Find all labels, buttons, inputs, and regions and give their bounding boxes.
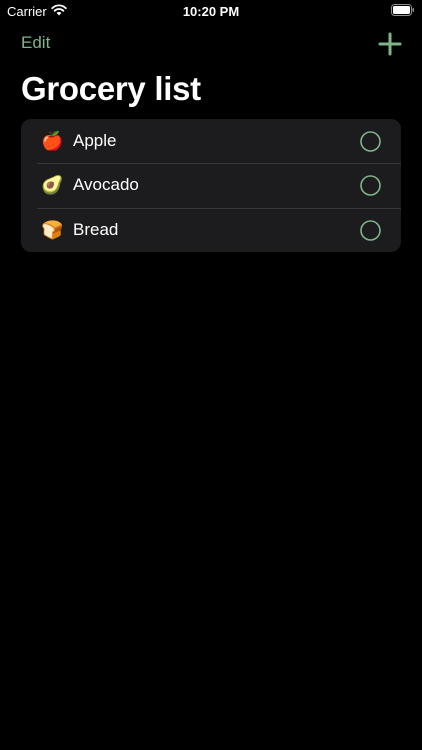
list-item[interactable]: 🍞 Bread: [21, 207, 401, 252]
plus-icon[interactable]: [378, 32, 402, 56]
page-title: Grocery list: [21, 70, 201, 107]
item-label: Avocado: [73, 175, 139, 195]
list-item[interactable]: 🍎 Apple: [21, 119, 401, 163]
checkbox-circle-icon[interactable]: [360, 175, 381, 197]
item-label: Bread: [73, 219, 119, 239]
apple-icon: 🍎: [41, 131, 64, 151]
grocery-list: 🍎 Apple 🥑 Avocado 🍞 Bread: [21, 119, 401, 252]
list-item[interactable]: 🥑 Avocado: [21, 163, 401, 207]
status-bar: Carrier 10:20 PM: [0, 0, 422, 22]
checkbox-circle-icon[interactable]: [360, 219, 381, 241]
battery-icon: [391, 4, 414, 16]
checkbox-circle-icon[interactable]: [360, 131, 381, 152]
edit-button[interactable]: Edit: [21, 33, 50, 53]
bread-icon: 🍞: [41, 219, 64, 240]
avocado-icon: 🥑: [41, 175, 64, 196]
item-label: Apple: [73, 131, 117, 150]
clock: 10:20 PM: [182, 4, 240, 19]
